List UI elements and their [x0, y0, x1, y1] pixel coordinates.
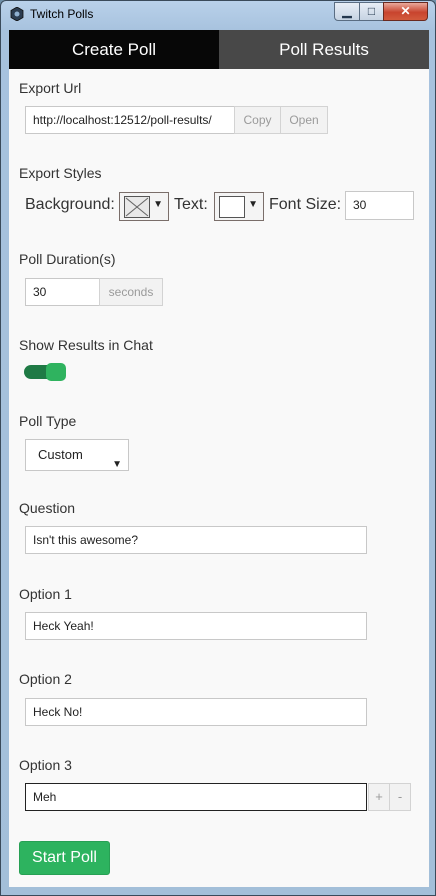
export-url-field[interactable]: http://localhost:12512/poll-results/ — [25, 106, 235, 134]
poll-type-label: Poll Type — [19, 413, 77, 429]
start-poll-button[interactable]: Start Poll — [19, 841, 110, 875]
toggle-knob — [46, 363, 66, 381]
open-url-button[interactable]: Open — [280, 106, 328, 134]
background-color-picker[interactable]: ▼ — [119, 192, 169, 221]
app-content: Create Poll Poll Results Export Url http… — [9, 30, 429, 887]
maximize-icon: □ — [367, 4, 376, 18]
chevron-down-icon: ▼ — [112, 459, 122, 470]
question-input[interactable]: Isn't this awesome? — [25, 526, 367, 554]
chevron-down-icon: ▼ — [248, 199, 258, 210]
remove-option-button[interactable]: - — [389, 783, 411, 811]
close-icon: ✕ — [400, 4, 411, 18]
option-2-input[interactable]: Heck No! — [25, 698, 367, 726]
font-size-label: Font Size: — [269, 196, 342, 213]
duration-unit-addon: seconds — [99, 278, 163, 306]
export-url-label: Export Url — [19, 80, 82, 96]
transparent-swatch-icon — [124, 196, 150, 218]
show-results-toggle[interactable] — [24, 363, 66, 381]
option-2-label: Option 2 — [19, 671, 72, 687]
copy-url-button[interactable]: Copy — [234, 106, 281, 134]
tab-poll-results[interactable]: Poll Results — [219, 30, 429, 69]
poll-type-value: Custom — [38, 447, 83, 462]
title-bar[interactable]: Twitch Polls ▁ □ ✕ — [1, 1, 435, 28]
tab-bar: Create Poll Poll Results — [9, 30, 429, 69]
export-styles-label: Export Styles — [19, 165, 102, 181]
font-size-input[interactable]: 30 — [345, 191, 414, 220]
poll-type-select[interactable]: Custom ▼ — [25, 439, 129, 471]
option-1-label: Option 1 — [19, 586, 72, 602]
minimize-button[interactable]: ▁ — [334, 2, 360, 21]
app-window: Twitch Polls ▁ □ ✕ Create Poll Poll Resu… — [0, 0, 436, 896]
tab-create-poll[interactable]: Create Poll — [9, 30, 219, 69]
option-3-label: Option 3 — [19, 757, 72, 773]
chevron-down-icon: ▼ — [153, 199, 163, 210]
option-3-input[interactable]: Meh — [25, 783, 367, 811]
text-color-label: Text: — [174, 196, 208, 213]
window-title: Twitch Polls — [30, 7, 94, 21]
text-color-picker[interactable]: ▼ — [214, 192, 264, 221]
poll-duration-label: Poll Duration(s) — [19, 251, 116, 267]
add-option-button[interactable]: + — [368, 783, 390, 811]
option-1-input[interactable]: Heck Yeah! — [25, 612, 367, 640]
app-icon — [10, 7, 24, 21]
maximize-button[interactable]: □ — [359, 2, 384, 21]
background-label: Background: — [25, 196, 115, 213]
white-swatch-icon — [219, 196, 245, 218]
minimize-icon: ▁ — [342, 4, 352, 18]
question-label: Question — [19, 500, 76, 516]
show-results-label: Show Results in Chat — [19, 337, 153, 353]
poll-duration-input[interactable]: 30 — [25, 278, 100, 306]
close-button[interactable]: ✕ — [383, 2, 428, 21]
